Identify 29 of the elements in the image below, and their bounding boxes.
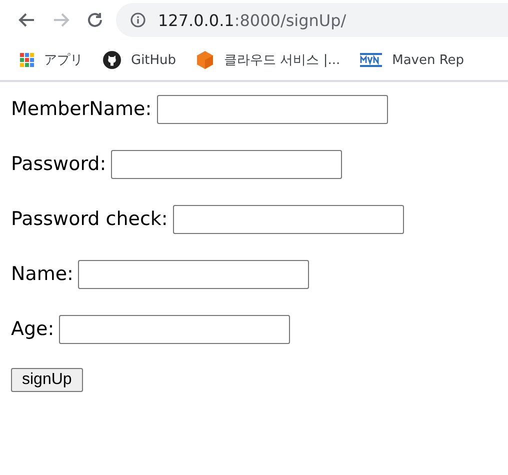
field-label: Password: bbox=[11, 153, 106, 175]
input-field[interactable] bbox=[111, 150, 342, 178]
input-field[interactable] bbox=[172, 204, 404, 234]
input-field[interactable] bbox=[156, 94, 388, 124]
bookmark[interactable]: GitHub bbox=[103, 51, 176, 69]
bookmark[interactable]: アプリ bbox=[20, 51, 83, 69]
field-label: MemberName: bbox=[11, 98, 152, 120]
field-label: Age: bbox=[11, 318, 54, 340]
apps-grid-icon bbox=[20, 53, 34, 67]
bookmark-label: Maven Rep bbox=[392, 52, 464, 68]
field-label: Password check: bbox=[11, 208, 168, 230]
left-arrow-icon bbox=[18, 11, 36, 29]
field-label: Name: bbox=[11, 263, 74, 285]
right-arrow-icon bbox=[52, 11, 70, 29]
url-text: 127.0.0.1:8000/signUp/ bbox=[158, 10, 346, 30]
reload-icon bbox=[86, 11, 104, 29]
github-cat-icon bbox=[103, 51, 121, 69]
bookmark-label: GitHub bbox=[131, 52, 176, 68]
maven-logo-icon bbox=[360, 53, 382, 67]
signup-button[interactable]: signUp bbox=[11, 368, 83, 392]
input-field[interactable] bbox=[78, 260, 310, 288]
bookmark-label: アプリ bbox=[44, 52, 83, 69]
address-bar[interactable]: 127.0.0.1:8000/signUp/ bbox=[116, 3, 508, 37]
bookmark[interactable]: 클라우드 서비스 |... bbox=[196, 50, 340, 70]
info-icon[interactable] bbox=[130, 12, 146, 28]
bookmark-label: 클라우드 서비스 |... bbox=[224, 52, 340, 69]
bookmark[interactable]: Maven Rep bbox=[360, 52, 464, 68]
input-field[interactable] bbox=[59, 314, 290, 344]
cube-icon bbox=[196, 50, 214, 70]
